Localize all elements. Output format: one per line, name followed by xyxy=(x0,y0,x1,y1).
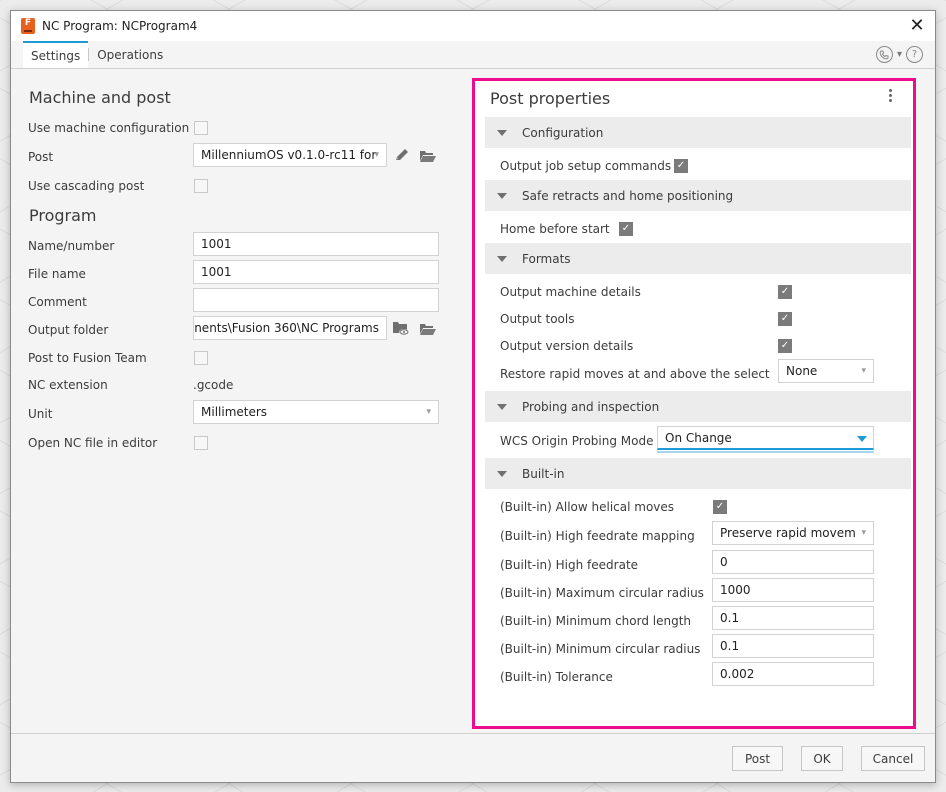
tab-operations[interactable]: Operations xyxy=(89,41,171,68)
output-tools-checkbox[interactable]: ✓ xyxy=(778,312,792,326)
close-button[interactable]: ✕ xyxy=(907,16,927,36)
group-formats[interactable]: Formats xyxy=(485,243,911,274)
home-before-start-row: Home before start xyxy=(500,222,610,236)
output-folder-input[interactable]: nents\Fusion 360\NC Programs xyxy=(193,316,387,340)
post-to-fusion-team-checkbox[interactable] xyxy=(194,351,208,365)
footer-divider xyxy=(11,733,935,734)
group-built-in[interactable]: Built-in xyxy=(485,458,911,489)
restore-rapid-moves-row: Restore rapid moves at and above the sel… xyxy=(500,367,770,381)
group-safe-retracts[interactable]: Safe retracts and home positioning xyxy=(485,180,911,211)
open-nc-file-row: Open NC file in editor xyxy=(28,436,158,450)
program-heading: Program xyxy=(29,206,97,225)
allow-helical-moves-row: (Built-in) Allow helical moves xyxy=(500,500,675,514)
more-options-icon[interactable] xyxy=(887,87,893,107)
output-job-setup-checkbox[interactable]: ✓ xyxy=(674,159,688,173)
post-properties-panel: Post properties Configuration Output job… xyxy=(472,78,916,729)
allow-helical-moves-checkbox[interactable]: ✓ xyxy=(713,500,727,514)
group-configuration[interactable]: Configuration xyxy=(485,117,911,148)
open-nc-file-checkbox[interactable] xyxy=(194,436,208,450)
window-title: NC Program: NCProgram4 xyxy=(42,19,198,33)
comment-input[interactable] xyxy=(193,288,439,312)
use-machine-config-row: Use machine configuration xyxy=(28,121,190,135)
min-circular-radius-row: (Built-in) Minimum circular radius xyxy=(500,642,701,656)
browse-output-folder-icon[interactable] xyxy=(419,321,437,337)
nc-extension-row: NC extension xyxy=(28,378,108,392)
restore-rapid-moves-select[interactable]: None xyxy=(778,359,874,383)
post-row: Post xyxy=(28,150,54,164)
unit-row: Unit xyxy=(28,407,53,421)
tab-bar: Settings Operations ▾ ? xyxy=(11,41,935,69)
open-post-folder-icon[interactable] xyxy=(419,148,437,164)
min-circular-radius-input[interactable]: 0.1 xyxy=(712,634,874,658)
machine-and-post-heading: Machine and post xyxy=(29,88,171,107)
home-before-start-checkbox[interactable]: ✓ xyxy=(619,222,633,236)
name-number-row: Name/number xyxy=(28,239,115,253)
output-folder-row: Output folder xyxy=(28,323,109,337)
chevron-down-icon[interactable]: ▾ xyxy=(897,49,902,60)
output-machine-details-checkbox[interactable]: ✓ xyxy=(778,285,792,299)
nc-extension-value: .gcode xyxy=(193,378,234,392)
title-bar: F NC Program: NCProgram4 ✕ xyxy=(11,11,935,41)
select-focus-underline xyxy=(657,451,874,453)
use-cascading-post-row: Use cascading post xyxy=(28,179,145,193)
tolerance-row: (Built-in) Tolerance xyxy=(500,670,613,684)
collapse-triangle-icon xyxy=(497,192,507,199)
high-feedrate-input[interactable]: 0 xyxy=(712,550,874,574)
cancel-button[interactable]: Cancel xyxy=(861,746,925,771)
high-feedrate-row: (Built-in) High feedrate xyxy=(500,558,639,572)
output-version-details-checkbox[interactable]: ✓ xyxy=(778,339,792,353)
use-cascading-post-checkbox[interactable] xyxy=(194,179,208,193)
wcs-origin-probing-row: WCS Origin Probing Mode xyxy=(500,434,654,448)
help-icon[interactable]: ? xyxy=(906,46,923,63)
min-chord-length-row: (Built-in) Minimum chord length xyxy=(500,614,692,628)
collapse-triangle-icon xyxy=(497,129,507,136)
post-to-fusion-team-row: Post to Fusion Team xyxy=(28,351,147,365)
collapse-triangle-icon xyxy=(497,255,507,262)
post-properties-heading: Post properties xyxy=(490,89,611,108)
unit-select[interactable]: Millimeters xyxy=(193,400,439,424)
output-tools-row: Output tools xyxy=(500,312,575,326)
header-tools: ▾ ? xyxy=(875,46,923,63)
min-chord-length-input[interactable]: 0.1 xyxy=(712,606,874,630)
tolerance-input[interactable]: 0.002 xyxy=(712,662,874,686)
max-circular-radius-row: (Built-in) Maximum circular radius xyxy=(500,586,704,600)
tab-settings[interactable]: Settings xyxy=(23,41,89,68)
ok-button[interactable]: OK xyxy=(801,746,843,771)
name-number-input[interactable]: 1001 xyxy=(193,232,439,256)
group-probing-inspection[interactable]: Probing and inspection xyxy=(485,391,911,422)
collapse-triangle-icon xyxy=(497,403,507,410)
wcs-origin-probing-select[interactable]: On Change xyxy=(657,426,874,450)
phone-icon[interactable] xyxy=(875,46,893,63)
max-circular-radius-input[interactable]: 1000 xyxy=(712,578,874,602)
edit-post-pencil-icon[interactable] xyxy=(393,147,411,163)
high-feedrate-mapping-row: (Built-in) High feedrate mapping xyxy=(500,529,695,543)
settings-panel: Machine and post Use machine configurati… xyxy=(11,70,463,732)
output-job-setup-row: Output job setup commands xyxy=(500,159,672,173)
fusion-app-icon: F xyxy=(21,18,35,34)
post-select[interactable]: MillenniumOS v0.1.0-rc11 for xyxy=(193,143,387,167)
post-button[interactable]: Post xyxy=(732,746,783,771)
preview-folder-icon[interactable] xyxy=(392,320,410,336)
comment-row: Comment xyxy=(28,295,87,309)
output-machine-details-row: Output machine details xyxy=(500,285,641,299)
use-machine-config-checkbox[interactable] xyxy=(194,121,208,135)
collapse-triangle-icon xyxy=(497,470,507,477)
high-feedrate-mapping-select[interactable]: Preserve rapid movem xyxy=(712,521,874,545)
nc-program-dialog: F NC Program: NCProgram4 ✕ Settings Oper… xyxy=(10,10,936,783)
close-icon: ✕ xyxy=(909,15,925,36)
file-name-row: File name xyxy=(28,267,86,281)
file-name-input[interactable]: 1001 xyxy=(193,260,439,284)
output-version-details-row: Output version details xyxy=(500,339,634,353)
